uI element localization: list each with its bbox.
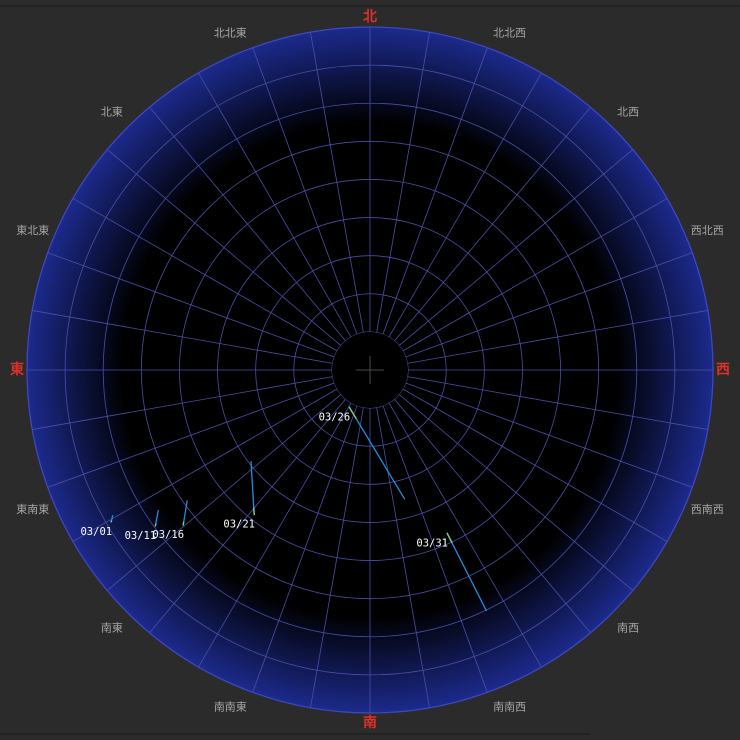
direction-label: 西 bbox=[716, 362, 730, 378]
direction-label: 南南東 bbox=[214, 701, 247, 714]
track-date-label: 03/01 bbox=[80, 526, 112, 538]
track-date-label: 03/21 bbox=[223, 519, 255, 531]
direction-label: 北北東 bbox=[214, 26, 247, 39]
direction-label: 南南西 bbox=[493, 701, 526, 714]
direction-label: 北西 bbox=[617, 105, 639, 118]
direction-label: 西北西 bbox=[691, 224, 724, 237]
direction-label: 東 bbox=[10, 361, 24, 378]
track-date-label: 03/16 bbox=[152, 529, 184, 541]
direction-label: 南東 bbox=[101, 622, 123, 635]
sky-chart: 03/01 03/1103/1603/2103/2603/31 北北北東北東東北東… bbox=[0, 5, 740, 735]
direction-label: 東北東 bbox=[16, 224, 49, 237]
track-date-label: 03/26 bbox=[319, 411, 351, 423]
direction-label: 北北西 bbox=[493, 26, 526, 39]
track-date-label: 03/31 bbox=[416, 537, 448, 549]
direction-label: 北 bbox=[363, 9, 377, 25]
direction-label: 北東 bbox=[101, 105, 123, 118]
direction-label: 西南西 bbox=[691, 503, 724, 516]
direction-label: 南西 bbox=[617, 622, 639, 635]
direction-label: 東南東 bbox=[16, 503, 49, 516]
direction-label: 南 bbox=[363, 714, 377, 731]
